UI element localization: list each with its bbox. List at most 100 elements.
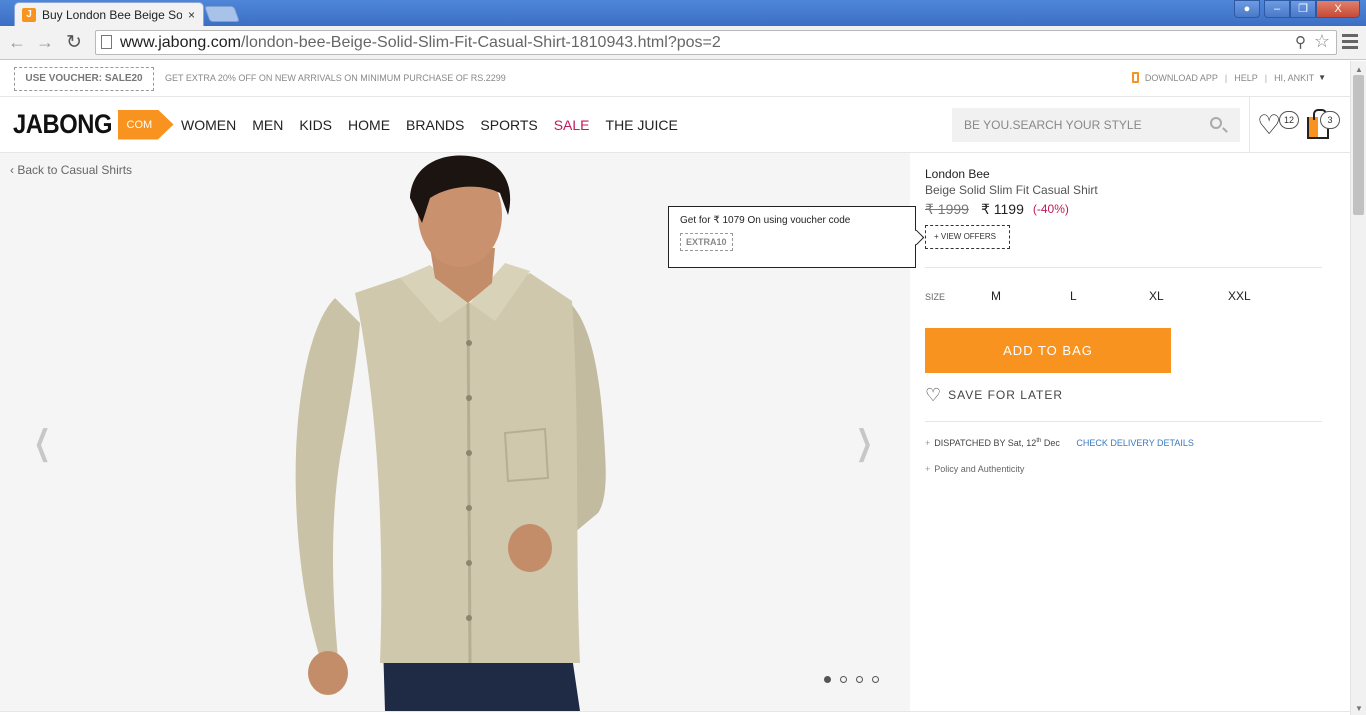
page-icon (101, 35, 112, 49)
reload-icon[interactable]: ↻ (66, 31, 82, 54)
search-icon[interactable] (1210, 117, 1222, 129)
header-divider (1249, 97, 1250, 153)
minimize-button[interactable]: – (1264, 0, 1290, 18)
top-links: DOWNLOAD APP | HELP | HI, ANKIT ▼ (1131, 72, 1326, 83)
site-header: JABONG COM WOMEN MEN KIDS HOME BRANDS SP… (0, 97, 1350, 153)
nav-brands[interactable]: BRANDS (406, 117, 464, 133)
nav-sale[interactable]: SALE (554, 117, 590, 133)
voucher-box[interactable]: USE VOUCHER: SALE20 (14, 67, 154, 91)
gallery-dot[interactable] (840, 676, 847, 683)
size-label: SIZE (925, 292, 946, 302)
plus-icon: + (925, 438, 931, 448)
product-model-image (295, 155, 606, 711)
search-input[interactable]: BE YOU.SEARCH YOUR STYLE (952, 108, 1240, 142)
nav-kids[interactable]: KIDS (299, 117, 332, 133)
divider (925, 267, 1322, 268)
product-info-panel: London Bee Beige Solid Slim Fit Casual S… (925, 153, 1325, 711)
policy-authenticity-link[interactable]: + Policy and Authenticity (925, 464, 1024, 474)
heart-outline-icon: ♡ (925, 385, 943, 405)
original-price: ₹ 1999 (925, 201, 969, 217)
voucher-offer-popup: Get for ₹ 1079 On using voucher code EXT… (668, 206, 916, 268)
nav-home[interactable]: HOME (348, 117, 390, 133)
tab-close-icon[interactable]: × (188, 8, 195, 22)
next-image-arrow-icon[interactable]: ❯ (856, 423, 873, 463)
nav-the-juice[interactable]: THE JUICE (606, 117, 678, 133)
jabong-favicon-icon: J (22, 7, 36, 22)
size-option-xl[interactable]: XL (1149, 289, 1228, 303)
dispatch-info: + DISPATCHED BY Sat, 12th Dec CHECK DELIV… (925, 438, 1194, 448)
gallery-dot[interactable] (856, 676, 863, 683)
zoom-icon[interactable]: ⚲ (1295, 31, 1306, 54)
divider (925, 421, 1322, 422)
nav-sports[interactable]: SPORTS (480, 117, 537, 133)
browser-toolbar: ← → ↻ www.jabong.com/london-bee-Beige-So… (0, 26, 1366, 60)
url-domain: www.jabong.com (120, 34, 241, 51)
scroll-down-arrow-icon[interactable]: ▼ (1355, 704, 1363, 713)
offer-popup-text: Get for ₹ 1079 On using voucher code (680, 215, 851, 226)
discount-badge: (-40%) (1032, 202, 1069, 216)
browser-titlebar: J Buy London Bee Beige Sol × ● – ❐ X (0, 0, 1366, 26)
save-for-later-label: SAVE FOR LATER (948, 388, 1064, 402)
offer-voucher-code[interactable]: EXTRA10 (680, 233, 733, 251)
new-tab-button[interactable] (204, 6, 240, 22)
nav-women[interactable]: WOMEN (181, 117, 236, 133)
promo-bar: USE VOUCHER: SALE20 GET EXTRA 20% OFF ON… (0, 61, 1350, 97)
scrollbar-thumb[interactable] (1353, 75, 1364, 215)
logo-word: JABONG (13, 109, 113, 139)
page-scrollbar[interactable]: ▲ ▼ (1350, 61, 1366, 715)
user-profile-icon[interactable]: ● (1234, 0, 1260, 18)
promo-text: GET EXTRA 20% OFF ON NEW ARRIVALS ON MIN… (165, 73, 506, 83)
help-link[interactable]: HELP (1234, 73, 1258, 83)
size-selector: M L XL XXL (991, 289, 1307, 303)
size-option-l[interactable]: L (1070, 289, 1149, 303)
account-greeting[interactable]: HI, ANKIT (1274, 73, 1314, 83)
back-link-label: Back to Casual Shirts (17, 163, 133, 177)
size-option-m[interactable]: M (991, 289, 1070, 303)
jabong-logo[interactable]: JABONG COM (13, 109, 174, 140)
plus-icon: + (925, 464, 931, 474)
forward-arrow-icon[interactable]: → (36, 32, 54, 53)
wishlist-count-badge: 12 (1279, 111, 1299, 129)
window-controls: ● – ❐ X (1234, 0, 1360, 18)
mobile-phone-icon (1131, 72, 1139, 83)
gallery-dot[interactable] (872, 676, 879, 683)
add-to-bag-button[interactable]: ADD TO BAG (925, 328, 1171, 373)
dispatch-text: DISPATCHED BY Sat, 12 (934, 438, 1037, 448)
tab-title: Buy London Bee Beige Sol (42, 7, 182, 22)
gallery-pagination (824, 676, 888, 683)
gallery-dot[interactable] (824, 676, 831, 683)
sale-price: ₹ 1199 (980, 201, 1024, 217)
maximize-button[interactable]: ❐ (1290, 0, 1316, 18)
wishlist-heart-icon[interactable]: ♡ (1257, 111, 1281, 139)
check-delivery-link[interactable]: CHECK DELIVERY DETAILS (1076, 438, 1194, 448)
price-block: ₹ 1999 ₹ 1199 (-40%) (925, 201, 1069, 218)
nav-men[interactable]: MEN (252, 117, 283, 133)
scroll-up-arrow-icon[interactable]: ▲ (1355, 65, 1363, 74)
url-path: /london-bee-Beige-Solid-Slim-Fit-Casual-… (240, 34, 721, 51)
page-bottom-divider (0, 711, 1350, 715)
product-name: Beige Solid Slim Fit Casual Shirt (925, 183, 1098, 197)
close-window-button[interactable]: X (1316, 0, 1360, 18)
browser-tab[interactable]: J Buy London Bee Beige Sol × (14, 2, 204, 26)
policy-label: Policy and Authenticity (934, 464, 1025, 474)
product-brand[interactable]: London Bee (925, 167, 990, 181)
address-bar[interactable]: www.jabong.com/london-bee-Beige-Solid-Sl… (95, 30, 1337, 55)
bookmark-star-icon[interactable]: ☆ (1314, 30, 1330, 53)
size-option-xxl[interactable]: XXL (1228, 289, 1307, 303)
back-arrow-icon[interactable]: ← (8, 32, 26, 53)
main-nav: WOMEN MEN KIDS HOME BRANDS SPORTS SALE T… (181, 117, 694, 133)
caret-down-icon[interactable]: ▼ (1318, 73, 1326, 82)
download-app-link[interactable]: DOWNLOAD APP (1145, 73, 1218, 83)
save-for-later-button[interactable]: ♡ SAVE FOR LATER (925, 385, 1064, 405)
logo-com-tag: COM (117, 109, 174, 140)
view-offers-button[interactable]: + VIEW OFFERS (925, 225, 1010, 249)
search-placeholder: BE YOU.SEARCH YOUR STYLE (964, 118, 1142, 132)
page: USE VOUCHER: SALE20 GET EXTRA 20% OFF ON… (0, 61, 1350, 715)
previous-image-arrow-icon[interactable]: ❮ (34, 423, 51, 463)
browser-menu-icon[interactable] (1342, 34, 1358, 52)
bag-count-badge: 3 (1320, 111, 1340, 129)
separator: | (1224, 72, 1228, 83)
dispatch-month: Dec (1041, 438, 1060, 448)
back-to-category-link[interactable]: ‹ Back to Casual Shirts (10, 163, 132, 177)
separator: | (1264, 72, 1268, 83)
